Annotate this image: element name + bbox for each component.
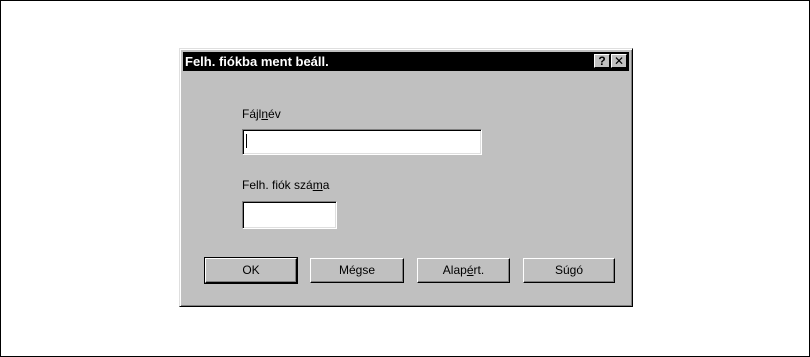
title-bar: Felh. fiókba ment beáll. ? ✕ [183, 52, 629, 71]
box-number-input[interactable] [242, 201, 337, 229]
defaults-button[interactable]: Alapért. [417, 258, 510, 283]
ok-button[interactable]: OK [204, 257, 298, 284]
help-title-button[interactable]: ? [594, 54, 610, 68]
close-icon[interactable]: ✕ [611, 54, 627, 68]
filename-label: Fájlnév [242, 107, 281, 121]
help-button[interactable]: Súgó [523, 258, 615, 283]
dialog-title: Felh. fiókba ment beáll. [185, 54, 329, 69]
text-caret [246, 134, 247, 148]
box-number-label: Felh. fiók száma [242, 178, 330, 192]
cancel-button[interactable]: Mégse [310, 258, 404, 283]
filename-input[interactable] [242, 129, 482, 155]
figure-frame: Felh. fiókba ment beáll. ? ✕ Fájlnév Fel… [0, 0, 810, 357]
save-to-box-settings-dialog: Felh. fiókba ment beáll. ? ✕ Fájlnév Fel… [179, 48, 633, 307]
